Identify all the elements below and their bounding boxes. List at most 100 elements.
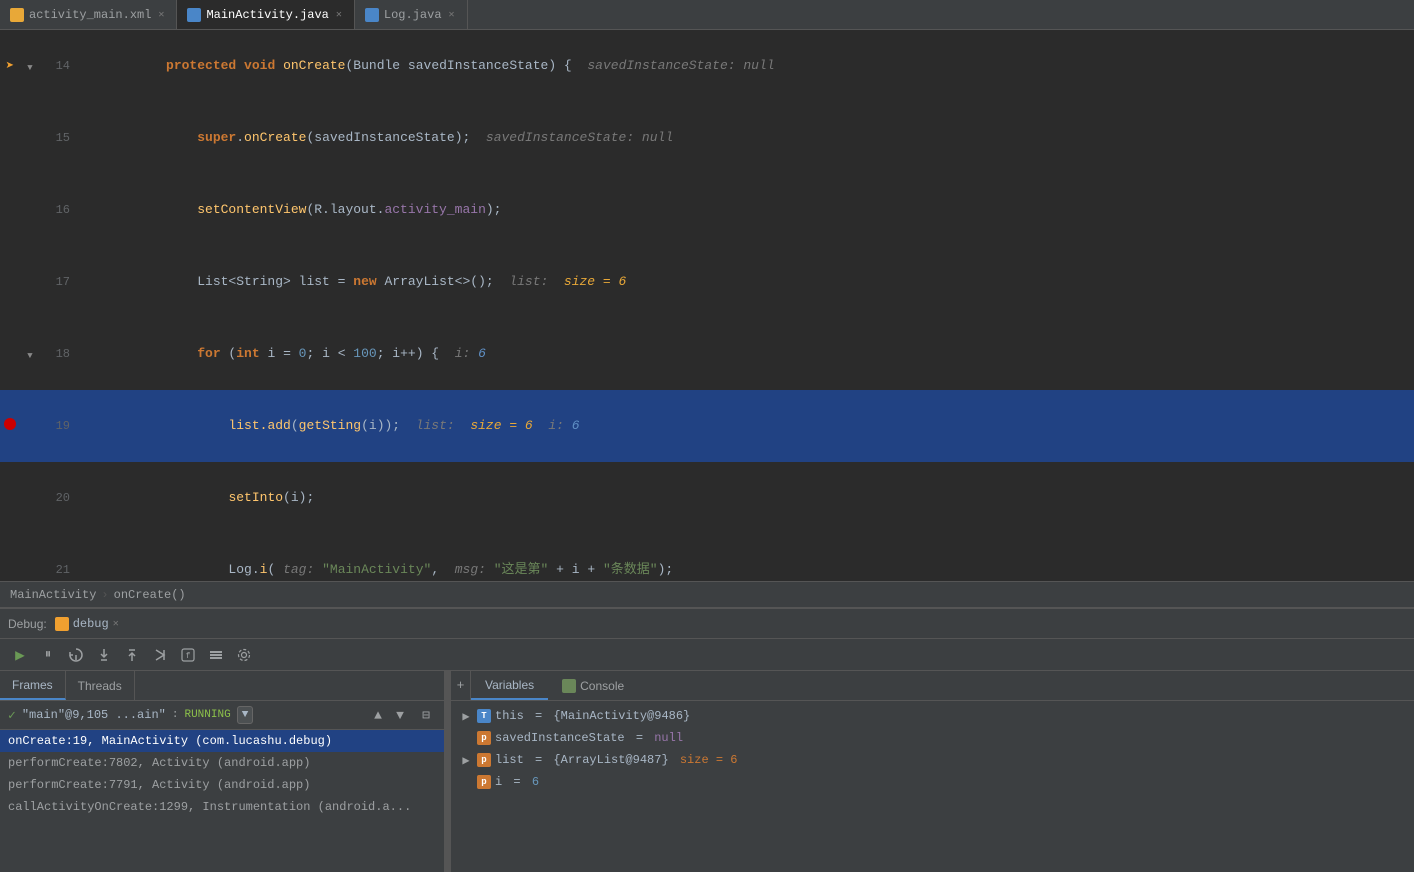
settings-icon xyxy=(236,647,252,663)
tab-log-label: Log.java xyxy=(384,8,442,22)
fold-arrow-14[interactable]: ▼ xyxy=(27,63,32,73)
debug-session-close[interactable]: ✕ xyxy=(113,618,119,630)
breadcrumb-bar: MainActivity › onCreate() xyxy=(0,581,1414,607)
frame-item-3[interactable]: callActivityOnCreate:1299, Instrumentati… xyxy=(0,796,444,818)
pause-button[interactable]: ⏸ xyxy=(36,643,60,667)
code-container[interactable]: ➤ ▼ 14 protected void onCreate(Bundle sa… xyxy=(0,30,1414,581)
tab-main-close[interactable]: ✕ xyxy=(334,9,344,21)
var-row-saved: ▶ p savedInstanceState = null xyxy=(451,727,1414,749)
tab-xml-label: activity_main.xml xyxy=(29,8,151,22)
var-name-this: this xyxy=(495,709,524,723)
right-panel-tabs: + Variables Console xyxy=(451,671,1414,701)
table-row: 16 setContentView(R.layout.activity_main… xyxy=(0,174,1414,246)
code-line-16: setContentView(R.layout.activity_main); xyxy=(78,174,1414,246)
fold-arrow-18[interactable]: ▼ xyxy=(27,351,32,361)
var-expand-list[interactable]: ▶ xyxy=(459,753,473,767)
gutter-col-15 xyxy=(20,102,40,174)
var-row-i: ▶ p i = 6 xyxy=(451,771,1414,793)
frame-item-1[interactable]: performCreate:7802, Activity (android.ap… xyxy=(0,752,444,774)
tab-xml[interactable]: activity_main.xml ✕ xyxy=(0,0,177,29)
breakpoint-col-20 xyxy=(0,462,20,534)
tab-console[interactable]: Console xyxy=(548,671,638,700)
step-over-icon xyxy=(68,647,84,663)
table-row: ▼ 18 for (int i = 0; i < 100; i++) { i: … xyxy=(0,318,1414,390)
tab-bar: activity_main.xml ✕ MainActivity.java ✕ … xyxy=(0,0,1414,30)
var-name-i: i xyxy=(495,775,502,789)
console-icon xyxy=(562,679,576,693)
tab-frames[interactable]: Frames xyxy=(0,671,66,700)
tab-log-close[interactable]: ✕ xyxy=(447,9,457,21)
thread-nav-up[interactable]: ▲ xyxy=(368,705,388,725)
debug-label: Debug: xyxy=(8,617,47,631)
tab-main-label: MainActivity.java xyxy=(206,8,328,22)
run-to-cursor-button[interactable] xyxy=(148,643,172,667)
settings-button[interactable] xyxy=(232,643,256,667)
svg-text:f: f xyxy=(186,652,191,661)
frame-label-3: callActivityOnCreate:1299, Instrumentati… xyxy=(8,800,411,814)
breadcrumb-class[interactable]: MainActivity xyxy=(10,588,96,602)
editor-area: ➤ ▼ 14 protected void onCreate(Bundle sa… xyxy=(0,30,1414,607)
add-watch-button[interactable]: + xyxy=(451,671,471,700)
table-row: 19 list.add(getSting(i)); list: size = 6… xyxy=(0,390,1414,462)
frame-label-0: onCreate:19, MainActivity (com.lucashu.d… xyxy=(8,734,332,748)
frame-item-2[interactable]: performCreate:7791, Activity (android.ap… xyxy=(0,774,444,796)
step-out-button[interactable] xyxy=(120,643,144,667)
gutter-col-17 xyxy=(20,246,40,318)
gutter-col-19 xyxy=(20,390,40,462)
thread-colon: : xyxy=(172,709,179,721)
line-num-19: 19 xyxy=(40,390,78,462)
debug-session-tab[interactable]: debug ✕ xyxy=(55,617,119,631)
code-line-17: List<String> list = new ArrayList<>(); l… xyxy=(78,246,1414,318)
gutter-col-16 xyxy=(20,174,40,246)
breadcrumb-separator: › xyxy=(101,588,108,602)
frames-panel-button[interactable] xyxy=(204,643,228,667)
xml-file-icon xyxy=(10,8,24,22)
threads-tab-label: Threads xyxy=(78,679,122,693)
tab-variables[interactable]: Variables xyxy=(471,671,548,700)
var-expand-this[interactable]: ▶ xyxy=(459,709,473,723)
step-over-button[interactable] xyxy=(64,643,88,667)
evaluate-icon: f xyxy=(180,647,196,663)
line-num-17: 17 xyxy=(40,246,78,318)
var-type-icon-i: p xyxy=(477,775,491,789)
debug-right-panel: + Variables Console ▶ T this = {MainActi… xyxy=(451,671,1414,872)
var-equals-saved: = xyxy=(629,731,651,745)
var-row-this: ▶ T this = {MainActivity@9486} xyxy=(451,705,1414,727)
resume-button[interactable]: ▶ xyxy=(8,643,32,667)
debug-session-icon xyxy=(55,617,69,631)
debug-header: Debug: debug ✕ xyxy=(0,609,1414,639)
thread-nav-down[interactable]: ▼ xyxy=(390,705,410,725)
breakpoint-col-21 xyxy=(0,534,20,581)
step-into-button[interactable] xyxy=(92,643,116,667)
frames-panel-icon xyxy=(208,647,224,663)
line-num-21: 21 xyxy=(40,534,78,581)
var-type-icon-list: p xyxy=(477,753,491,767)
table-row: 15 super.onCreate(savedInstanceState); s… xyxy=(0,102,1414,174)
filter-button[interactable]: ⊟ xyxy=(416,705,436,725)
gutter-col-21 xyxy=(20,534,40,581)
table-row: 17 List<String> list = new ArrayList<>()… xyxy=(0,246,1414,318)
thread-dropdown[interactable]: ▼ xyxy=(237,706,254,724)
tab-log[interactable]: Log.java ✕ xyxy=(355,0,468,29)
var-name-saved: savedInstanceState xyxy=(495,731,625,745)
breadcrumb-method[interactable]: onCreate() xyxy=(114,588,186,602)
breakpoint-col-17 xyxy=(0,246,20,318)
console-tab-label: Console xyxy=(580,679,624,693)
java-log-icon xyxy=(365,8,379,22)
frames-list[interactable]: onCreate:19, MainActivity (com.lucashu.d… xyxy=(0,730,444,872)
breakpoint-marker-19[interactable] xyxy=(4,418,16,430)
var-equals-this: = xyxy=(528,709,550,723)
breakpoint-col-19 xyxy=(0,390,20,462)
frame-item-0[interactable]: onCreate:19, MainActivity (com.lucashu.d… xyxy=(0,730,444,752)
var-value-this: {MainActivity@9486} xyxy=(553,709,690,723)
tab-threads[interactable]: Threads xyxy=(66,671,135,700)
thread-name-label: "main"@9,105 ...ain" xyxy=(22,708,166,722)
variables-pane[interactable]: ▶ T this = {MainActivity@9486} ▶ p saved… xyxy=(451,701,1414,872)
tab-main[interactable]: MainActivity.java ✕ xyxy=(177,0,354,29)
arrow-indicator-14: ➤ xyxy=(6,59,14,75)
evaluate-button[interactable]: f xyxy=(176,643,200,667)
code-line-15: super.onCreate(savedInstanceState); save… xyxy=(78,102,1414,174)
var-equals-i: = xyxy=(506,775,528,789)
thread-check-icon: ✓ xyxy=(8,708,16,723)
tab-xml-close[interactable]: ✕ xyxy=(156,9,166,21)
